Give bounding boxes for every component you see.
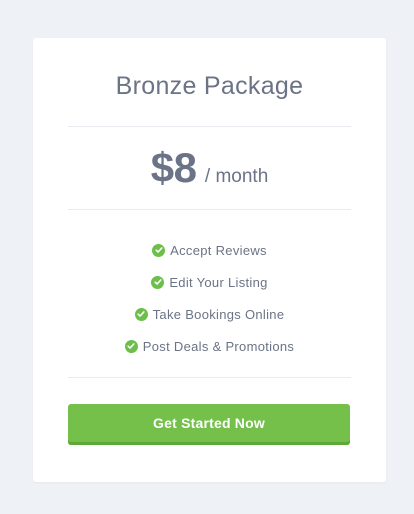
feature-label: Edit Your Listing (169, 274, 268, 290)
divider (68, 209, 351, 210)
feature-item: Take Bookings Online (33, 298, 386, 330)
divider (68, 377, 351, 378)
package-title: Bronze Package (115, 72, 304, 100)
feature-list: Accept Reviews Edit Your Listing Take Bo… (33, 234, 386, 362)
get-started-button[interactable]: Get Started Now (68, 404, 350, 445)
feature-item: Edit Your Listing (33, 266, 386, 298)
feature-label: Accept Reviews (170, 242, 267, 258)
feature-label: Post Deals & Promotions (142, 338, 295, 354)
divider (68, 126, 351, 127)
price-amount: $8 (150, 144, 197, 191)
feature-label: Take Bookings Online (152, 306, 285, 322)
check-circle-icon (152, 243, 166, 257)
check-circle-icon (134, 307, 148, 321)
price-period: / month (204, 166, 269, 187)
check-circle-icon (124, 339, 138, 353)
pricing-card: Bronze Package $8 / month Accept Reviews… (33, 38, 386, 482)
feature-item: Post Deals & Promotions (33, 330, 386, 362)
price: $8 / month (33, 144, 386, 192)
check-circle-icon (151, 275, 165, 289)
feature-item: Accept Reviews (33, 234, 386, 266)
